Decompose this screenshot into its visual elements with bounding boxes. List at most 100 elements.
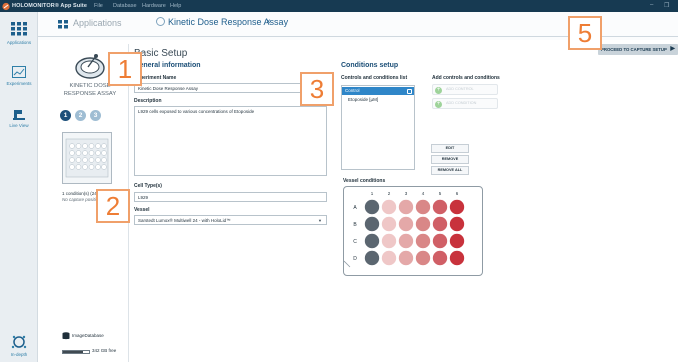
- proceed-to-capture-setup-button[interactable]: PROCEED TO CAPTURE SETUP ▶: [598, 44, 678, 55]
- menu-file[interactable]: File: [94, 3, 103, 9]
- cell-types-input[interactable]: L929: [134, 192, 327, 202]
- sidebar-item-experiments[interactable]: Experiments: [0, 66, 38, 86]
- plate-well[interactable]: [381, 233, 397, 249]
- add-conditions-label: Add controls and conditions: [432, 75, 500, 81]
- sidebar-label-in-depth: In-depth: [10, 352, 28, 357]
- tab-applications[interactable]: Applications: [73, 18, 122, 28]
- tab-close-icon[interactable]: ×: [266, 17, 271, 26]
- remove-all-button[interactable]: REMOVE ALL: [431, 166, 469, 175]
- callout-badge-1: 1: [108, 52, 142, 86]
- experiment-name-input[interactable]: Kinetic Dose Response Assay: [134, 83, 327, 93]
- database-icon: [62, 332, 70, 340]
- plate-column-label: 3: [405, 191, 408, 196]
- microscope-icon: [13, 110, 25, 120]
- edit-button[interactable]: EDIT: [431, 144, 469, 153]
- step-panel: KINETIC DOSE RESPONSE ASSAY 1 2 3 1 cond…: [52, 48, 128, 328]
- plate-well[interactable]: [415, 199, 431, 215]
- magnifier-cells-icon: [11, 335, 27, 349]
- database-free-space: 342 GB free: [92, 348, 117, 353]
- sidebar: Applications Experiments Live View In-de…: [0, 12, 38, 362]
- general-information-heading: General information: [134, 62, 201, 69]
- page-title: Basic Setup: [134, 48, 188, 59]
- callout-badge-3: 3: [300, 72, 334, 106]
- plate-well[interactable]: [364, 216, 380, 232]
- plate-well[interactable]: [364, 250, 380, 266]
- plate-well[interactable]: [381, 199, 397, 215]
- plate-well[interactable]: [415, 233, 431, 249]
- list-item-control[interactable]: Control: [342, 87, 414, 95]
- restore-button[interactable]: ❐: [664, 2, 669, 9]
- sidebar-item-in-depth[interactable]: In-depth: [0, 334, 38, 357]
- database-label: ImageDatabase: [72, 333, 104, 338]
- plate-well[interactable]: [432, 216, 448, 232]
- plate-well[interactable]: [398, 199, 414, 215]
- list-item-label: Control: [345, 88, 360, 93]
- callout-badge-5: 5: [568, 16, 602, 50]
- assay-tab-icon: [156, 17, 165, 26]
- plate-well[interactable]: [398, 216, 414, 232]
- callout-badge-2: 2: [96, 189, 130, 223]
- conditions-list-label: Controls and conditions list: [341, 75, 408, 81]
- plate-well[interactable]: [415, 250, 431, 266]
- plate-well[interactable]: [364, 233, 380, 249]
- description-textarea[interactable]: L929 cells exposed to various concentrat…: [134, 106, 327, 176]
- description-label: Description: [134, 98, 162, 104]
- menu-database[interactable]: Database: [113, 3, 137, 9]
- sidebar-item-applications[interactable]: Applications: [0, 22, 38, 45]
- plate-well[interactable]: [449, 199, 465, 215]
- database-usage-fill: [63, 351, 83, 353]
- plate-thumbnail-wells: [65, 138, 109, 178]
- sidebar-item-live-view[interactable]: Live View: [0, 108, 38, 128]
- plate-column-label: 2: [388, 191, 391, 196]
- plate-well[interactable]: [381, 250, 397, 266]
- plate-well[interactable]: [449, 233, 465, 249]
- chevron-down-icon: ▼: [318, 218, 322, 223]
- assay-title-line2: RESPONSE ASSAY: [63, 91, 117, 97]
- plate-well[interactable]: [432, 199, 448, 215]
- step-3[interactable]: 3: [90, 110, 101, 121]
- plate-row-label: A: [353, 205, 357, 211]
- vessel-conditions-label: Vessel conditions: [343, 178, 386, 184]
- plate-well[interactable]: [432, 233, 448, 249]
- add-control-label: ADD CONTROL: [446, 87, 474, 91]
- remove-button[interactable]: REMOVE: [431, 155, 469, 164]
- menu-hardware[interactable]: Hardware: [142, 3, 166, 9]
- minimize-button[interactable]: –: [650, 2, 653, 8]
- database-usage-bar: [62, 350, 90, 354]
- plate-well[interactable]: [449, 216, 465, 232]
- vessel-plate: 1 2 3 4 5 6 A B C D: [343, 186, 483, 276]
- list-item-label: Etoposide [µM]: [348, 97, 379, 102]
- plate-well[interactable]: [415, 216, 431, 232]
- conditions-list: Control Etoposide [µM]: [341, 85, 415, 170]
- plate-well[interactable]: [398, 250, 414, 266]
- plate-column-label: 5: [439, 191, 442, 196]
- plate-column-label: 4: [422, 191, 425, 196]
- step-1[interactable]: 1: [60, 110, 71, 121]
- add-condition-button[interactable]: + ADD CONDITION: [432, 98, 498, 109]
- plate-well[interactable]: [398, 233, 414, 249]
- plate-row-label: C: [353, 239, 357, 245]
- plate-well[interactable]: [449, 250, 465, 266]
- cell-types-label: Cell Type(s): [134, 183, 162, 189]
- plate-well[interactable]: [381, 216, 397, 232]
- step-2[interactable]: 2: [75, 110, 86, 121]
- list-item-etoposide[interactable]: Etoposide [µM]: [342, 96, 414, 104]
- plus-icon: +: [435, 86, 442, 94]
- menu-help[interactable]: Help: [170, 3, 181, 9]
- vessel-plate-grid: 1 2 3 4 5 6 A B C D: [343, 191, 465, 268]
- app-brand: HOLOMONITOR® App Suite: [12, 2, 87, 9]
- add-control-button[interactable]: + ADD CONTROL: [432, 84, 498, 95]
- vessel-label: Vessel: [134, 207, 150, 213]
- chevron-right-icon: ▶: [670, 46, 675, 52]
- sidebar-label-live-view: Live View: [9, 123, 29, 128]
- plate-well[interactable]: [432, 250, 448, 266]
- plate-row-label: B: [353, 222, 357, 228]
- app-logo-icon: [2, 2, 10, 10]
- sidebar-label-applications: Applications: [6, 40, 32, 45]
- title-bar: HOLOMONITOR® App Suite File Database Har…: [0, 0, 678, 12]
- plate-well[interactable]: [364, 199, 380, 215]
- vessel-select[interactable]: Sarstedt Lumox® Multiwell 24 - with Holo…: [134, 215, 327, 225]
- plate-column-label: 1: [371, 191, 374, 196]
- plate-column-label: 6: [456, 191, 459, 196]
- plate-thumbnail: [62, 132, 112, 184]
